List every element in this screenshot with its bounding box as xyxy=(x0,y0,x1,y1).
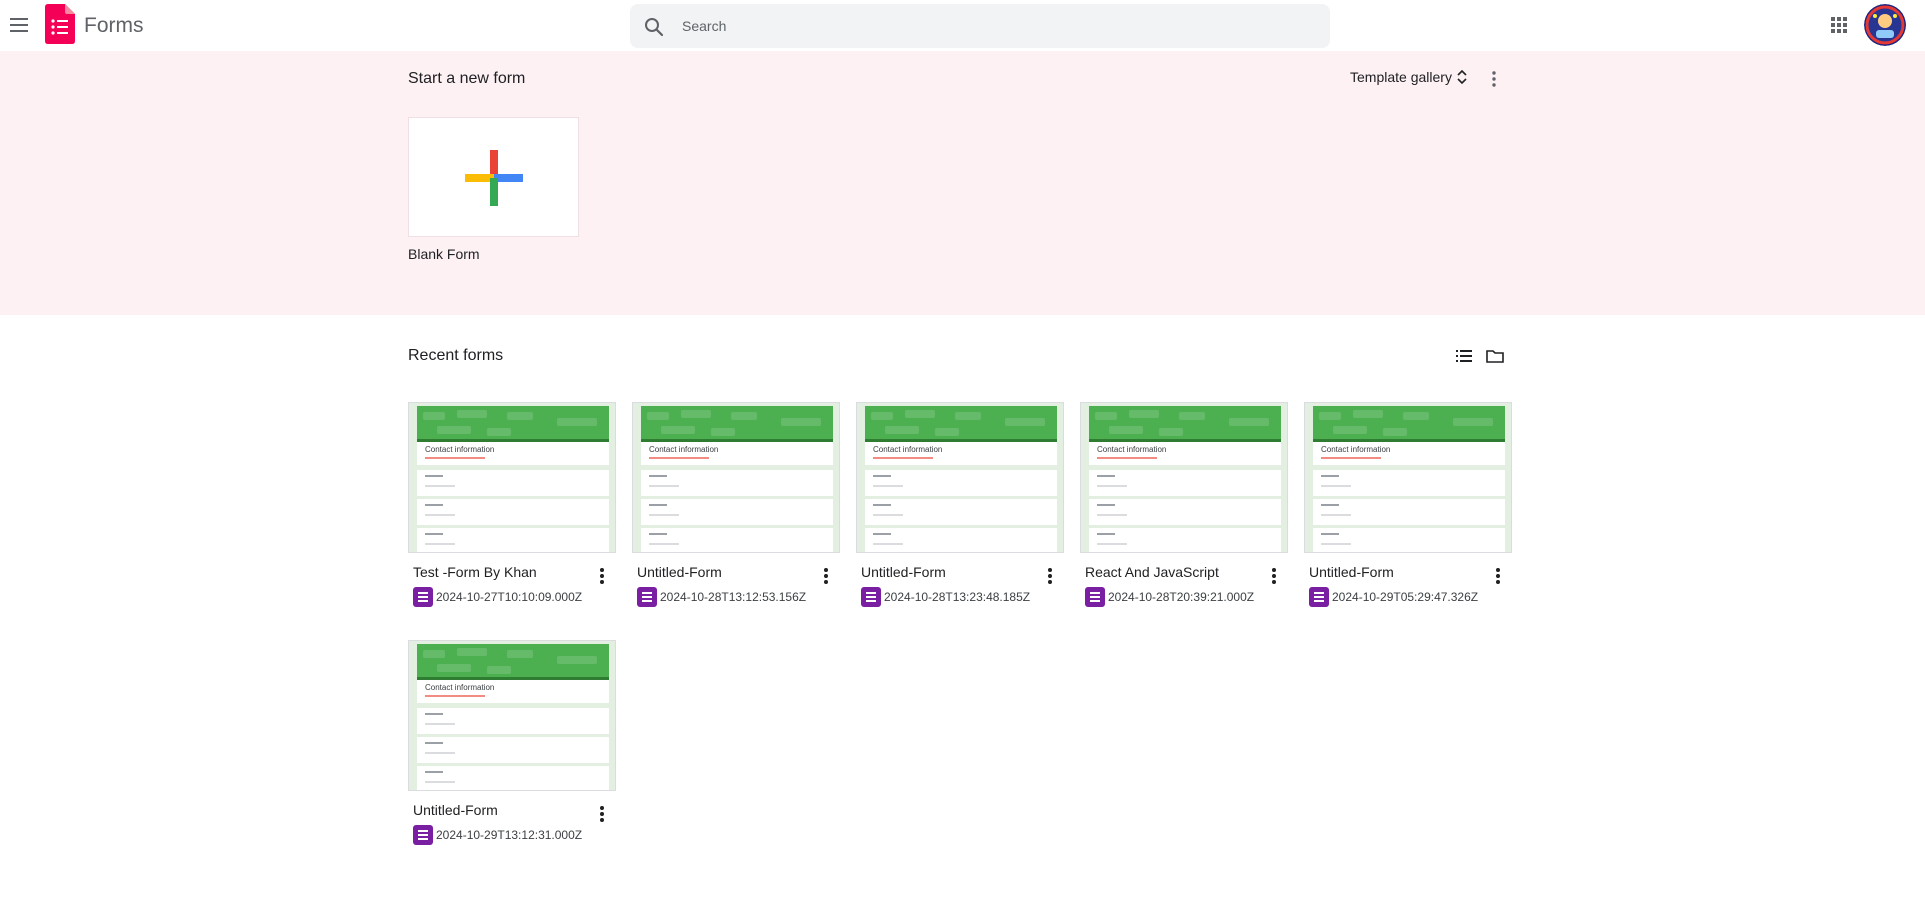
thumbnail-question xyxy=(417,766,609,790)
form-title: Untitled-Form xyxy=(413,802,498,818)
apps-icon[interactable] xyxy=(1827,13,1851,37)
form-thumbnail[interactable]: Contact information xyxy=(408,402,616,553)
form-doc-icon xyxy=(413,587,433,607)
thumbnail-heading: Contact information xyxy=(1097,445,1167,454)
thumbnail-header-card: Contact information xyxy=(1089,439,1281,465)
avatar[interactable] xyxy=(1864,4,1906,46)
form-card[interactable]: Contact information Untitled-Form 2024-10-… xyxy=(632,402,840,614)
thumbnail-question xyxy=(1313,499,1505,525)
thumbnail-question xyxy=(1313,528,1505,552)
form-doc-icon xyxy=(1309,587,1329,607)
more-vert-icon[interactable] xyxy=(816,566,836,586)
form-thumbnail[interactable]: Contact information xyxy=(408,640,616,791)
form-date: 2024-10-28T20:39:21.000Z xyxy=(1108,590,1255,604)
thumbnail-question xyxy=(417,737,609,763)
form-title: Untitled-Form xyxy=(637,564,722,580)
thumbnail-heading: Contact information xyxy=(1321,445,1391,454)
thumbnail-question xyxy=(865,499,1057,525)
start-section-title: Start a new form xyxy=(408,70,526,87)
form-card[interactable]: Contact information Untitled-Form 2024-10-… xyxy=(856,402,1064,614)
more-vert-icon[interactable] xyxy=(592,566,612,586)
form-doc-icon xyxy=(861,587,881,607)
thumbnail-banner xyxy=(417,644,609,678)
thumbnail-question xyxy=(1313,470,1505,496)
form-title: Untitled-Form xyxy=(861,564,946,580)
thumbnail-question xyxy=(641,470,833,496)
menu-icon-line xyxy=(10,30,28,32)
unfold-icon xyxy=(1457,69,1467,85)
start-new-form-section: Start a new form Template gallery Blank … xyxy=(0,51,1925,315)
thumbnail-heading: Contact information xyxy=(649,445,719,454)
thumbnail-header-card: Contact information xyxy=(1313,439,1505,465)
form-doc-icon xyxy=(1085,587,1105,607)
thumbnail-header-card: Contact information xyxy=(417,439,609,465)
form-date: 2024-10-28T13:12:53.156Z xyxy=(660,590,807,604)
form-doc-icon xyxy=(637,587,657,607)
plus-icon xyxy=(465,150,523,206)
more-vert-icon[interactable] xyxy=(1484,69,1504,89)
form-doc-icon xyxy=(413,825,433,845)
app-title: Forms xyxy=(84,14,144,37)
thumbnail-heading: Contact information xyxy=(425,683,495,692)
form-date: 2024-10-28T13:23:48.185Z xyxy=(884,590,1031,604)
form-thumbnail[interactable]: Contact information xyxy=(1080,402,1288,553)
thumbnail-question xyxy=(417,470,609,496)
recent-forms-title: Recent forms xyxy=(408,347,504,364)
template-gallery-label: Template gallery xyxy=(1350,69,1452,85)
form-date: 2024-10-29T13:12:31.000Z xyxy=(436,828,583,842)
more-vert-icon[interactable] xyxy=(1264,566,1284,586)
more-vert-icon[interactable] xyxy=(592,804,612,824)
thumbnail-question xyxy=(417,499,609,525)
top-bar: Forms xyxy=(0,0,1925,51)
main-menu-button[interactable] xyxy=(8,13,32,37)
thumbnail-banner xyxy=(641,406,833,440)
menu-icon-line xyxy=(10,18,28,20)
form-card[interactable]: Contact information Untitled-Form 2024-10-… xyxy=(1304,402,1512,614)
template-gallery-button[interactable]: Template gallery xyxy=(1350,68,1468,86)
thumbnail-heading: Contact information xyxy=(873,445,943,454)
thumbnail-question xyxy=(417,528,609,552)
thumbnail-heading: Contact information xyxy=(425,445,495,454)
more-vert-icon[interactable] xyxy=(1040,566,1060,586)
thumbnail-banner xyxy=(417,406,609,440)
thumbnail-header-card: Contact information xyxy=(865,439,1057,465)
form-card[interactable]: Contact information Test -Form By Khan 202… xyxy=(408,402,616,614)
form-thumbnail[interactable]: Contact information xyxy=(632,402,840,553)
forms-logo-icon[interactable] xyxy=(45,4,75,44)
thumbnail-question xyxy=(417,708,609,734)
search-input[interactable] xyxy=(670,4,1310,48)
thumbnail-question xyxy=(1089,470,1281,496)
form-thumbnail[interactable]: Contact information xyxy=(1304,402,1512,553)
form-thumbnail[interactable]: Contact information xyxy=(856,402,1064,553)
form-card[interactable]: Contact information Untitled-Form 2024-10-… xyxy=(408,640,616,852)
menu-icon-line xyxy=(10,24,28,26)
thumbnail-question xyxy=(641,528,833,552)
thumbnail-banner xyxy=(1313,406,1505,440)
more-vert-icon[interactable] xyxy=(1488,566,1508,586)
thumbnail-banner xyxy=(1089,406,1281,440)
list-view-icon[interactable] xyxy=(1454,346,1474,366)
form-title: Test -Form By Khan xyxy=(413,564,537,580)
form-title: Untitled-Form xyxy=(1309,564,1394,580)
thumbnail-question xyxy=(865,528,1057,552)
blank-form-label: Blank Form xyxy=(408,246,480,262)
thumbnail-question xyxy=(865,470,1057,496)
search-bar[interactable] xyxy=(630,4,1330,48)
form-card[interactable]: Contact information React And JavaScript 2… xyxy=(1080,402,1288,614)
folder-icon[interactable] xyxy=(1485,346,1505,366)
form-date: 2024-10-27T10:10:09.000Z xyxy=(436,590,583,604)
thumbnail-question xyxy=(1089,499,1281,525)
form-title: React And JavaScript xyxy=(1085,564,1219,580)
search-icon[interactable] xyxy=(642,15,666,39)
thumbnail-header-card: Contact information xyxy=(417,677,609,703)
thumbnail-question xyxy=(641,499,833,525)
thumbnail-banner xyxy=(865,406,1057,440)
thumbnail-header-card: Contact information xyxy=(641,439,833,465)
thumbnail-question xyxy=(1089,528,1281,552)
form-date: 2024-10-29T05:29:47.326Z xyxy=(1332,590,1479,604)
blank-form-tile[interactable] xyxy=(408,117,579,237)
